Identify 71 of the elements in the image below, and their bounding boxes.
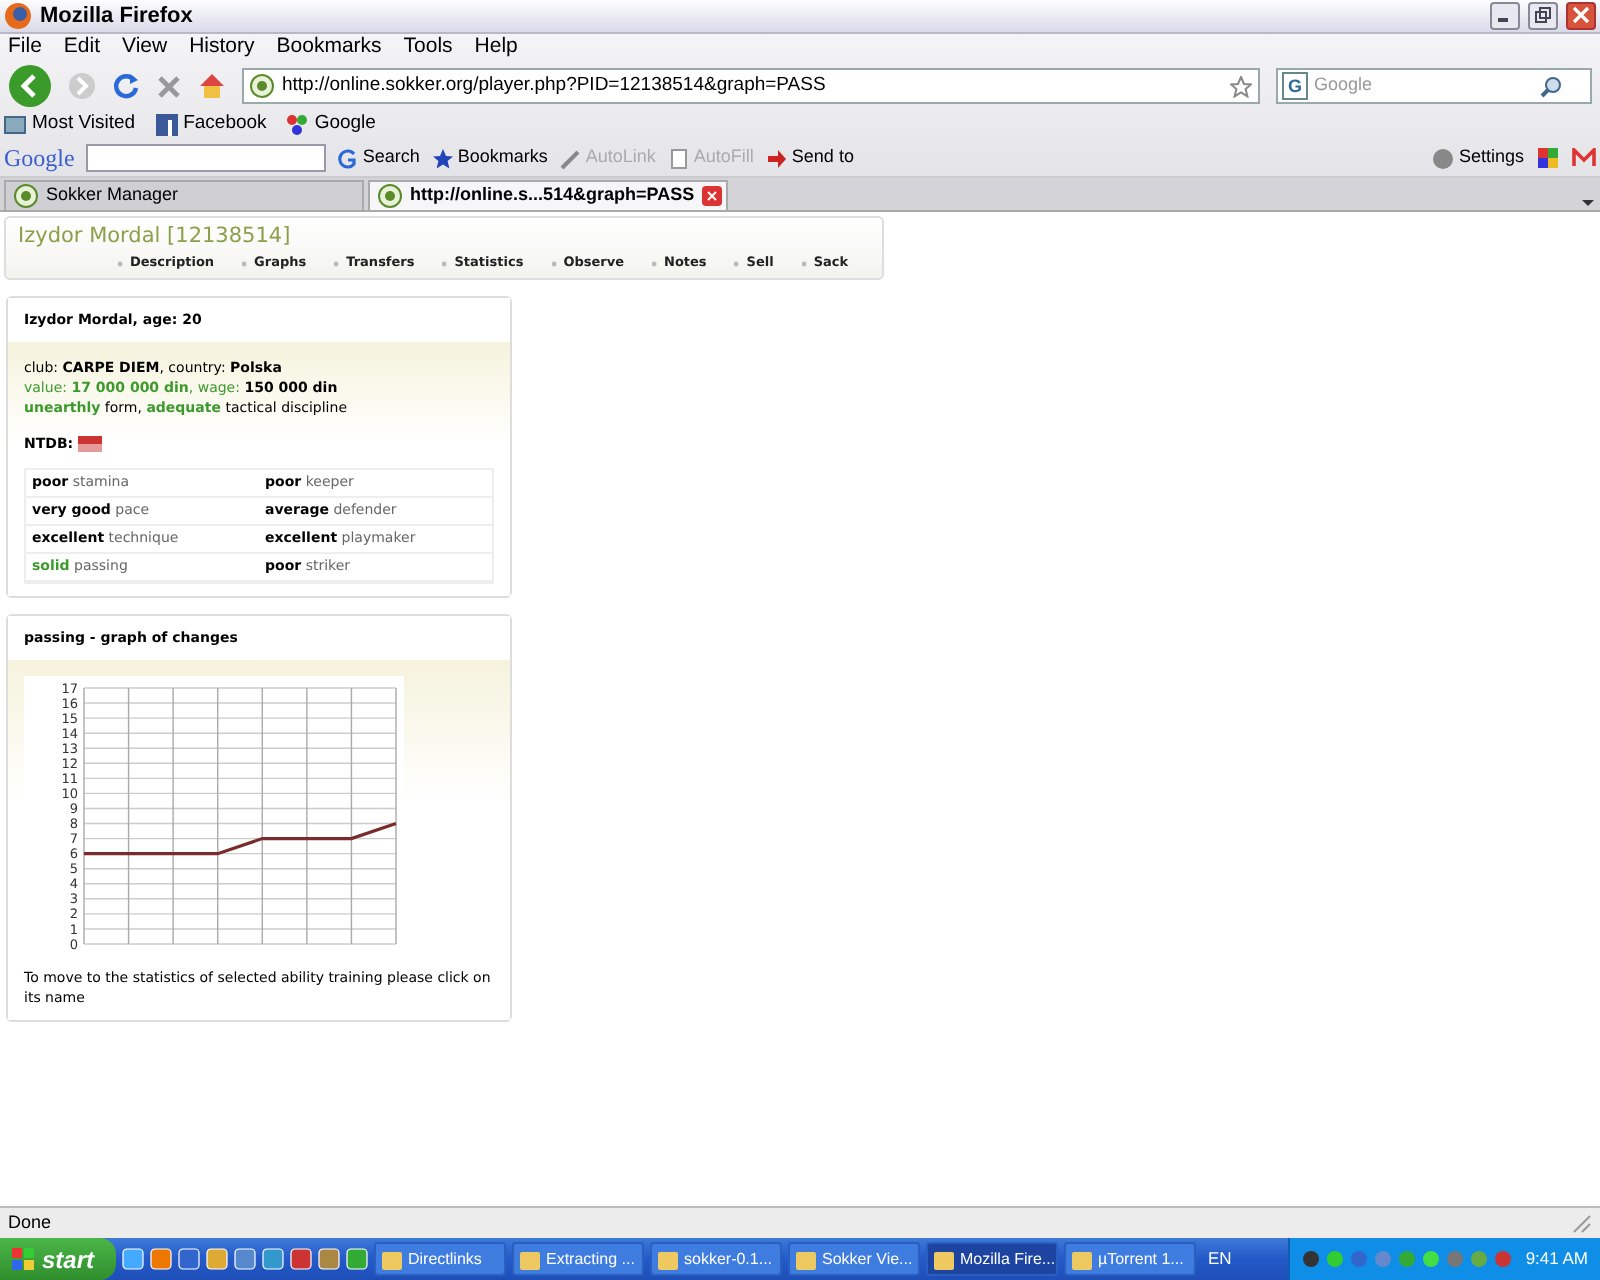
search-bar[interactable]: G Google <box>1276 68 1592 104</box>
menu-item[interactable]: History <box>189 32 255 64</box>
restore-icon <box>1534 6 1552 25</box>
quick-launch-icon[interactable] <box>262 1248 284 1270</box>
bookmark-star-icon[interactable] <box>1230 75 1252 97</box>
restore-button[interactable] <box>1528 2 1558 30</box>
arrow-icon <box>765 147 788 169</box>
clock: 9:41 AM <box>1525 1246 1588 1272</box>
player-title: Izydor Mordal [12138514] <box>18 222 293 252</box>
menu-item[interactable]: Tools <box>403 32 453 64</box>
mail-icon[interactable] <box>1572 148 1596 168</box>
site-icon <box>14 184 38 208</box>
toolbar-search-field[interactable] <box>86 144 327 172</box>
quick-launch-icon[interactable] <box>346 1248 368 1270</box>
browser-tab[interactable]: http://online.s...514&graph=PASS <box>368 180 728 210</box>
menu-item[interactable]: Edit <box>63 32 101 64</box>
settings-icon <box>1432 147 1455 169</box>
taskbar-button[interactable]: sokker-0.1... <box>650 1242 782 1276</box>
tab-list-icon[interactable] <box>1580 194 1596 210</box>
settings-button[interactable]: Settings <box>1432 144 1524 172</box>
address-bar[interactable]: http://online.sokker.org/player.php?PID=12138514&graph=PASS <box>242 68 1260 104</box>
firefox-icon <box>4 2 32 30</box>
bookmarks-folder-icon <box>4 114 26 136</box>
menu-item[interactable]: Bookmarks <box>276 32 382 64</box>
toolbar-button[interactable]: Send to <box>765 144 854 172</box>
quick-launch-icon[interactable] <box>318 1248 340 1270</box>
home-icon[interactable] <box>198 72 226 100</box>
google-logo: Google <box>4 142 75 176</box>
close-tab-icon[interactable] <box>702 186 723 206</box>
puzzle-icon[interactable] <box>1536 146 1560 170</box>
language-indicator[interactable]: EN <box>1202 1246 1238 1272</box>
quick-launch-icon[interactable] <box>150 1248 172 1270</box>
star-icon <box>431 147 454 169</box>
reload-icon[interactable] <box>112 72 140 100</box>
menu-item[interactable]: Help <box>474 32 518 64</box>
bookmark-link[interactable]: Facebook <box>155 110 267 140</box>
minimize-button[interactable] <box>1490 2 1520 30</box>
window-title: Mozilla Firefox <box>40 1 193 32</box>
search-engine-icon <box>338 147 359 169</box>
taskbar-button[interactable]: Extracting ... <box>512 1242 644 1276</box>
quick-launch-icon[interactable] <box>234 1248 256 1270</box>
site-icon <box>378 184 402 208</box>
stop-icon[interactable] <box>156 73 182 99</box>
quick-launch-icon[interactable] <box>206 1248 228 1270</box>
page-icon <box>667 147 690 169</box>
close-icon <box>1572 6 1590 25</box>
search-button[interactable]: Search <box>338 144 420 172</box>
menu-item[interactable]: File <box>8 32 42 64</box>
close-button[interactable] <box>1566 2 1596 30</box>
taskbar-button[interactable]: µTorrent 1... <box>1064 1242 1196 1276</box>
status-text: Done <box>8 1209 52 1236</box>
google-icon <box>286 114 309 136</box>
taskbar-button[interactable]: Mozilla Fire... <box>926 1242 1058 1276</box>
search-icon[interactable] <box>1540 75 1563 97</box>
browser-tab[interactable]: Sokker Manager <box>4 180 364 210</box>
taskbar-button[interactable]: Sokker Vie... <box>788 1242 920 1276</box>
site-icon <box>250 74 274 98</box>
quick-launch-icon[interactable] <box>178 1248 200 1270</box>
taskbar-button[interactable]: Directlinks <box>374 1242 506 1276</box>
flag-icon[interactable] <box>77 436 102 453</box>
toolbar-button[interactable]: Bookmarks <box>431 144 548 172</box>
menu-item[interactable]: View <box>122 32 168 64</box>
search-engine-icon[interactable]: G <box>1282 72 1309 100</box>
resize-grip-icon <box>1572 1213 1592 1233</box>
quick-launch-icon[interactable] <box>290 1248 312 1270</box>
windows-logo-icon <box>12 1247 36 1271</box>
pencil-icon <box>559 147 582 169</box>
bookmark-link[interactable]: Google <box>286 110 376 140</box>
quick-launch-icon[interactable] <box>122 1248 144 1270</box>
bookmark-link[interactable]: Most Visited <box>4 110 136 140</box>
back-icon[interactable] <box>8 64 52 108</box>
